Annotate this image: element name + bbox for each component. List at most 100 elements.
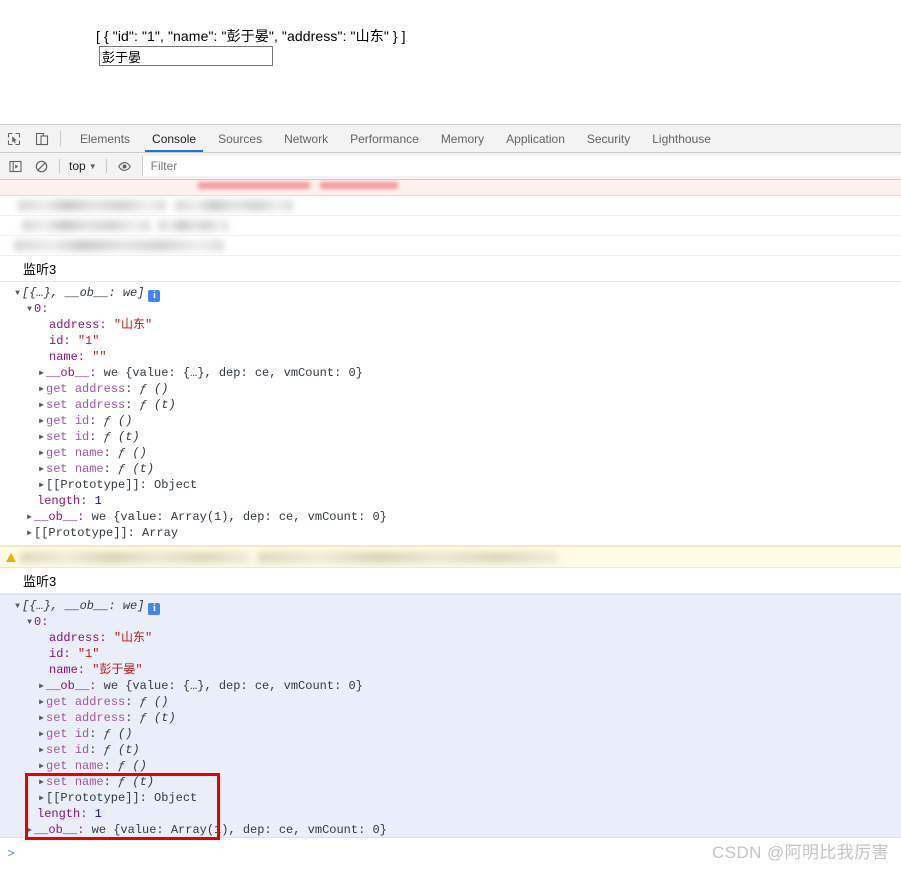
- property-key: __ob__:: [34, 510, 85, 524]
- expand-triangle-icon[interactable]: [25, 302, 34, 318]
- expand-triangle-icon[interactable]: [25, 615, 34, 631]
- tab-memory[interactable]: Memory: [430, 125, 495, 152]
- property-row-ob[interactable]: __ob__: we {value: {…}, dep: ce, vmCount…: [0, 365, 901, 381]
- clear-console-icon[interactable]: [28, 154, 54, 178]
- prototype-row-array[interactable]: [[Prototype]]: Array: [0, 525, 901, 541]
- accessor-row[interactable]: set name: ƒ (t): [0, 461, 901, 477]
- execution-context-selector[interactable]: top ▼: [65, 159, 101, 173]
- expand-triangle-icon[interactable]: [37, 478, 46, 494]
- prototype-label: [[Prototype]]: Object: [46, 478, 198, 492]
- accessor-row[interactable]: set address: ƒ (t): [0, 710, 901, 726]
- accessor-row[interactable]: set id: ƒ (t): [0, 429, 901, 445]
- tab-sources[interactable]: Sources: [207, 125, 273, 152]
- expand-triangle-icon[interactable]: [25, 526, 34, 542]
- console-filter-input[interactable]: [141, 156, 901, 176]
- accessor-kind: get: [46, 727, 68, 741]
- console-sidebar-icon[interactable]: [2, 154, 28, 178]
- accessor-row[interactable]: get id: ƒ (): [0, 726, 901, 742]
- expand-triangle-icon[interactable]: [37, 727, 46, 743]
- property-value: "山东": [113, 631, 153, 645]
- console-log-row-redacted: [0, 236, 901, 256]
- property-row-ob[interactable]: __ob__: we {value: {…}, dep: ce, vmCount…: [0, 678, 901, 694]
- prototype-label: [[Prototype]]: Array: [34, 526, 179, 540]
- array-index-row[interactable]: 0:: [0, 614, 901, 630]
- live-expression-icon[interactable]: [112, 154, 138, 178]
- length-row: length: 1: [0, 493, 901, 509]
- property-key: id:: [49, 647, 71, 661]
- inspect-element-icon[interactable]: [0, 125, 28, 152]
- accessor-prop: name: [74, 462, 104, 476]
- accessor-kind: set: [46, 775, 68, 789]
- accessor-row[interactable]: set address: ƒ (t): [0, 397, 901, 413]
- expand-triangle-icon[interactable]: [37, 366, 46, 382]
- tab-elements[interactable]: Elements: [69, 125, 141, 152]
- accessor-row[interactable]: get address: ƒ (): [0, 694, 901, 710]
- expand-triangle-icon[interactable]: [37, 462, 46, 478]
- tab-lighthouse[interactable]: Lighthouse: [641, 125, 722, 152]
- index-key: 0:: [34, 615, 49, 629]
- accessor-kind: get: [46, 759, 68, 773]
- device-toolbar-icon[interactable]: [28, 125, 56, 152]
- index-key: 0:: [34, 302, 49, 316]
- console-warning-row-redacted: [0, 546, 901, 568]
- expand-triangle-icon[interactable]: [37, 414, 46, 430]
- property-row-address: address: "山东": [0, 317, 901, 333]
- array-header-row[interactable]: [{…}, __ob__: we]i: [0, 598, 901, 615]
- accessor-row[interactable]: get name: ƒ (): [0, 445, 901, 461]
- expand-triangle-icon[interactable]: [37, 446, 46, 462]
- console-log-row-redacted: [0, 196, 901, 216]
- expand-triangle-icon[interactable]: [37, 430, 46, 446]
- name-input-field[interactable]: [99, 46, 273, 66]
- accessor-row[interactable]: set id: ƒ (t): [0, 742, 901, 758]
- expand-triangle-icon[interactable]: [37, 743, 46, 759]
- property-value: 1: [94, 807, 102, 821]
- array-header-row[interactable]: [{…}, __ob__: we]i: [0, 285, 901, 302]
- expand-triangle-icon[interactable]: [37, 791, 46, 807]
- tab-console[interactable]: Console: [141, 125, 207, 152]
- array-ob-row[interactable]: __ob__: we {value: Array(1), dep: ce, vm…: [0, 509, 901, 525]
- expand-triangle-icon[interactable]: [37, 711, 46, 727]
- warning-triangle-icon: [6, 553, 16, 562]
- tab-network[interactable]: Network: [273, 125, 339, 152]
- expand-triangle-icon[interactable]: [37, 398, 46, 414]
- accessor-prop: name: [74, 775, 104, 789]
- property-row-id: id: "1": [0, 646, 901, 662]
- accessor-prop: name: [74, 446, 104, 460]
- property-key: length:: [37, 494, 88, 508]
- tab-security[interactable]: Security: [576, 125, 641, 152]
- accessor-signature: ƒ (t): [139, 398, 176, 412]
- prototype-row-object[interactable]: [[Prototype]]: Object: [0, 477, 901, 493]
- accessor-signature: ƒ (t): [118, 462, 155, 476]
- accessor-row[interactable]: get id: ƒ (): [0, 413, 901, 429]
- property-value: we {value: Array(1), dep: ce, vmCount: 0…: [91, 510, 387, 524]
- expand-triangle-icon[interactable]: [37, 759, 46, 775]
- expand-triangle-icon[interactable]: [37, 382, 46, 398]
- expand-triangle-icon[interactable]: [37, 775, 46, 791]
- expand-triangle-icon[interactable]: [25, 510, 34, 526]
- accessor-row[interactable]: get address: ƒ (): [0, 381, 901, 397]
- tab-application[interactable]: Application: [495, 125, 576, 152]
- accessor-prop: name: [74, 759, 104, 773]
- expand-triangle-icon[interactable]: [37, 695, 46, 711]
- accessor-row[interactable]: set name: ƒ (t): [0, 774, 901, 790]
- console-object-block-2[interactable]: [{…}, __ob__: we]i 0: address: "山东" id: …: [0, 594, 901, 859]
- console-message-list[interactable]: 监听3 [{…}, __ob__: we]i 0: address: "山东" …: [0, 180, 901, 869]
- property-row-address: address: "山东": [0, 630, 901, 646]
- tab-performance[interactable]: Performance: [339, 125, 430, 152]
- devtools-panel: Elements Console Sources Network Perform…: [0, 124, 901, 869]
- property-key: __ob__:: [46, 366, 97, 380]
- info-badge-icon[interactable]: i: [148, 290, 161, 302]
- expand-triangle-icon[interactable]: [13, 599, 22, 615]
- console-object-block-1[interactable]: [{…}, __ob__: we]i 0: address: "山东" id: …: [0, 282, 901, 546]
- property-key: __ob__:: [46, 679, 97, 693]
- array-index-row[interactable]: 0:: [0, 301, 901, 317]
- accessor-kind: get: [46, 446, 68, 460]
- expand-triangle-icon[interactable]: [13, 286, 22, 302]
- prototype-row-object[interactable]: [[Prototype]]: Object: [0, 790, 901, 806]
- array-ob-row[interactable]: __ob__: we {value: Array(1), dep: ce, vm…: [0, 822, 901, 838]
- accessor-signature: ƒ (): [103, 727, 133, 741]
- accessor-row[interactable]: get name: ƒ (): [0, 758, 901, 774]
- expand-triangle-icon[interactable]: [37, 679, 46, 695]
- info-badge-icon[interactable]: i: [148, 603, 161, 615]
- csdn-watermark: CSDN @阿明比我厉害: [712, 843, 889, 862]
